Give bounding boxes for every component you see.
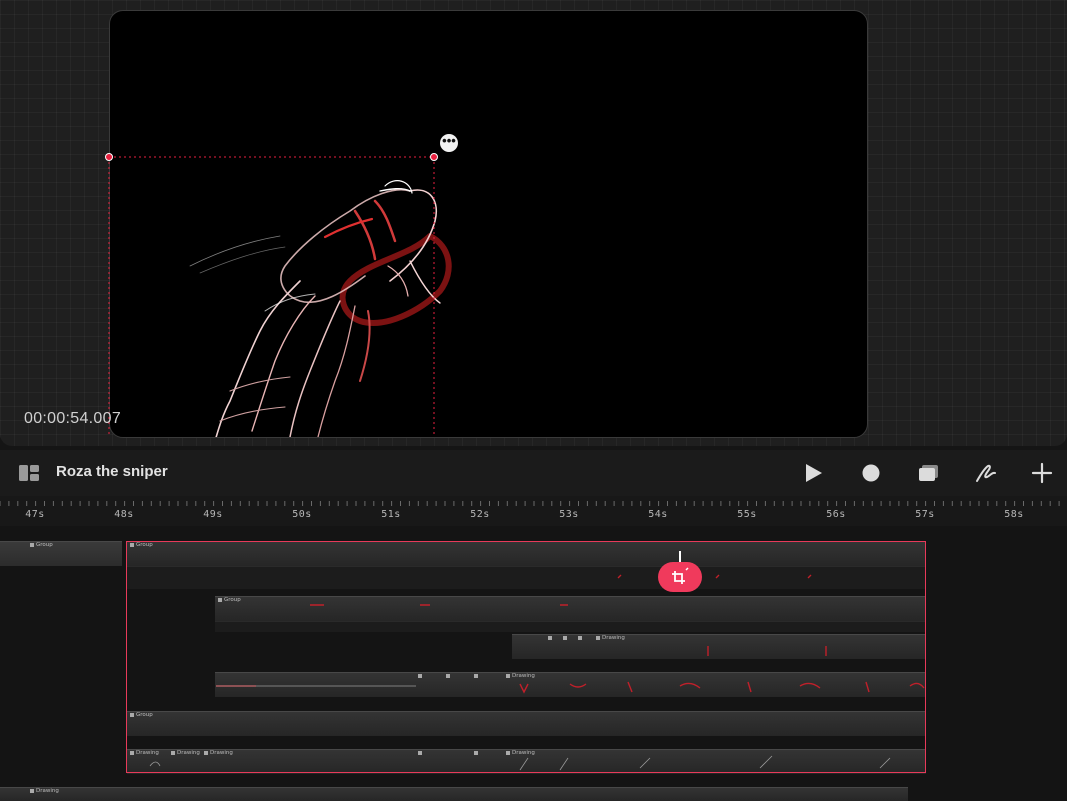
selection-handle-top-right[interactable] — [430, 153, 438, 161]
ruler-label: 53s — [559, 509, 579, 520]
play-icon[interactable] — [804, 462, 824, 484]
canvas-area: ••• 00:00:54.007 — [0, 0, 1067, 446]
layers-icon[interactable] — [918, 462, 940, 484]
ruler-label: 58s — [1004, 509, 1024, 520]
ruler-label: 54s — [648, 509, 668, 520]
more-options-button[interactable]: ••• — [440, 134, 458, 152]
ruler-label: 49s — [203, 509, 223, 520]
ruler-tick-marks — [0, 501, 1060, 506]
layout-icon[interactable] — [19, 465, 39, 481]
ruler-label: 55s — [737, 509, 757, 520]
crop-button[interactable] — [658, 562, 702, 592]
draw-icon[interactable] — [975, 462, 997, 484]
selection-handle-top-left[interactable] — [105, 153, 113, 161]
ruler-label: 56s — [826, 509, 846, 520]
ruler-label: 51s — [381, 509, 401, 520]
ruler-label: 57s — [915, 509, 935, 520]
ruler-label: 52s — [470, 509, 490, 520]
crop-icon — [672, 567, 689, 584]
ruler-label: 50s — [292, 509, 312, 520]
timecode-display: 00:00:54.007 — [24, 410, 122, 427]
project-title[interactable]: Roza the sniper — [56, 463, 168, 480]
add-icon[interactable] — [1031, 462, 1053, 484]
selection-guides — [108, 156, 435, 436]
ruler-label: 48s — [114, 509, 134, 520]
frame-thumbnails — [149, 574, 925, 771]
record-icon[interactable] — [862, 462, 882, 484]
ruler-label: 47s — [25, 509, 45, 520]
